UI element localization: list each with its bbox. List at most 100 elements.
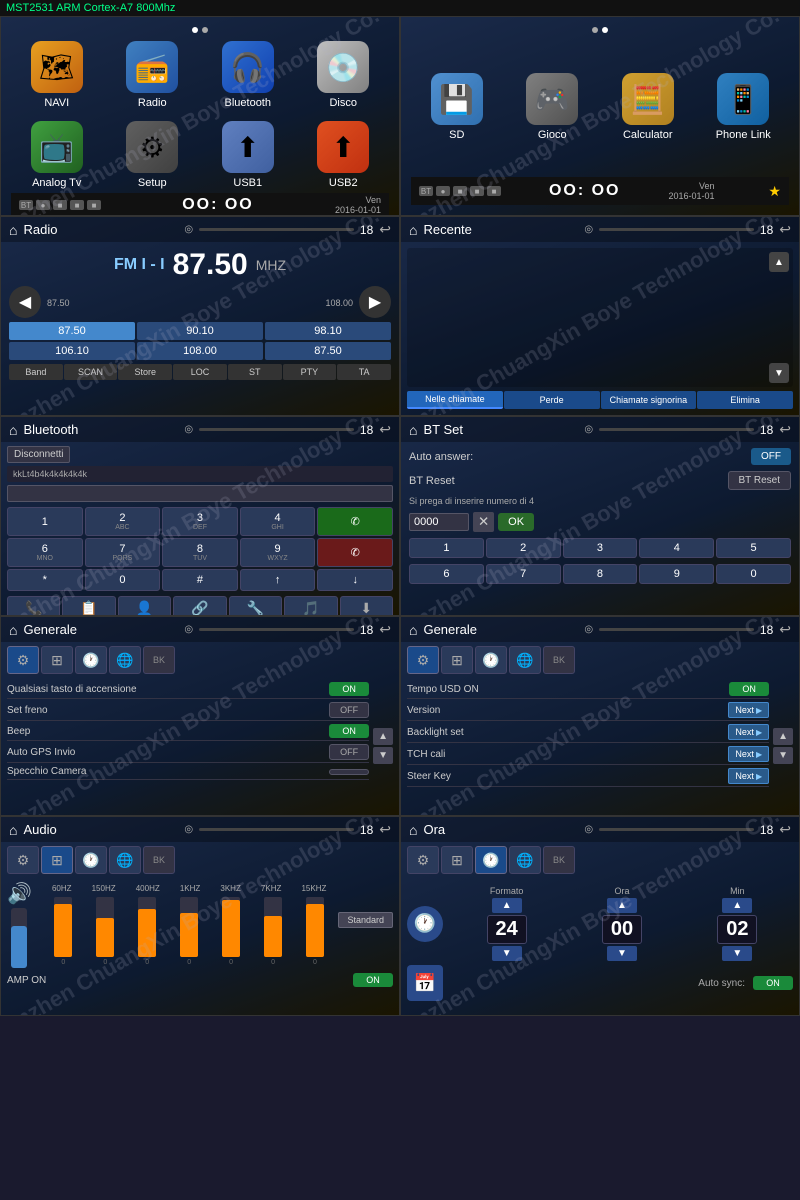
btset-num-1[interactable]: 1 <box>409 538 484 558</box>
preset-btn-0[interactable]: 87.50 <box>9 322 135 340</box>
gen1-back-icon[interactable]: ↩ <box>379 621 391 638</box>
recente-scroll-down[interactable]: ▼ <box>769 363 789 383</box>
btset-clear-btn[interactable]: ✕ <box>473 512 494 532</box>
radio-band-btn[interactable]: Band <box>9 364 63 380</box>
numpad-hash[interactable]: # <box>162 569 238 591</box>
radio-home-icon[interactable]: ⌂ <box>9 222 17 238</box>
app-disco[interactable]: 💿 Disco <box>298 37 390 113</box>
app-sd[interactable]: 💾 SD <box>411 37 503 177</box>
bt-dial-input[interactable] <box>7 485 393 502</box>
btset-num-9[interactable]: 9 <box>639 564 714 584</box>
formato-up-btn[interactable]: ▲ <box>492 898 522 913</box>
app-analogtv[interactable]: 📺 Analog Tv <box>11 117 103 193</box>
ora-vol-slider[interactable] <box>599 828 754 831</box>
eq-bar-wrap-6[interactable] <box>306 897 324 957</box>
min-up-btn[interactable]: ▲ <box>722 898 752 913</box>
ora-up-btn[interactable]: ▲ <box>607 898 637 913</box>
gen2-next-btn-4[interactable]: Next ▶ <box>728 768 769 784</box>
app-usb1[interactable]: ⬆ USB1 <box>202 117 294 193</box>
ora-tab-bk[interactable]: BK <box>543 846 575 874</box>
bt-back-icon[interactable]: ↩ <box>379 421 391 438</box>
audio-back-icon[interactable]: ↩ <box>379 821 391 838</box>
btset-num-6[interactable]: 6 <box>409 564 484 584</box>
gen1-tab-eq[interactable]: ⊞ <box>41 646 73 674</box>
numpad-1[interactable]: 1 <box>7 507 83 536</box>
gen1-toggle-4[interactable] <box>329 769 369 775</box>
numpad-down[interactable]: ↓ <box>317 569 393 591</box>
btset-reset-btn[interactable]: BT Reset <box>728 471 792 490</box>
gen2-next-btn-1[interactable]: Next ▶ <box>728 702 769 718</box>
radio-scan-btn[interactable]: SCAN <box>64 364 118 380</box>
gen2-tab-bk[interactable]: BK <box>543 646 575 674</box>
audio-vol-slider[interactable] <box>199 828 354 831</box>
ora-tab-global[interactable]: 🌐 <box>509 846 541 874</box>
ora-tab-settings[interactable]: ⚙ <box>407 846 439 874</box>
audio-tab-clock[interactable]: 🕐 <box>75 846 107 874</box>
preset-btn-5[interactable]: 87.50 <box>265 342 391 360</box>
radio-pty-btn[interactable]: PTY <box>283 364 337 380</box>
audio-home-icon[interactable]: ⌂ <box>9 822 17 838</box>
numpad-up[interactable]: ↑ <box>240 569 316 591</box>
gen2-scroll-down[interactable]: ▼ <box>773 747 793 764</box>
recente-tab-1[interactable]: Perde <box>504 391 600 409</box>
app-navi[interactable]: 🗺 NAVI <box>11 37 103 113</box>
app-setup[interactable]: ⚙ Setup <box>107 117 199 193</box>
min-dn-btn[interactable]: ▼ <box>722 946 752 961</box>
btset-code-input[interactable] <box>409 513 469 531</box>
formato-dn-btn[interactable]: ▼ <box>492 946 522 961</box>
btset-vol-slider[interactable] <box>599 428 754 431</box>
btset-num-0[interactable]: 0 <box>716 564 791 584</box>
gen2-tab-global[interactable]: 🌐 <box>509 646 541 674</box>
bt-action-link[interactable]: 🔗 <box>173 596 226 616</box>
gen1-toggle-1[interactable]: OFF <box>329 702 369 718</box>
radio-loc-btn[interactable]: LOC <box>173 364 227 380</box>
preset-btn-1[interactable]: 90.10 <box>137 322 263 340</box>
recente-tab-0[interactable]: Nelle chiamate <box>407 391 503 409</box>
radio-ta-btn[interactable]: TA <box>337 364 391 380</box>
gen2-toggle-0[interactable]: ON <box>729 682 769 696</box>
ora-back-icon[interactable]: ↩ <box>779 821 791 838</box>
audio-tab-settings[interactable]: ⚙ <box>7 846 39 874</box>
app-phonelink[interactable]: 📱 Phone Link <box>698 37 790 177</box>
eq-bar-wrap-0[interactable] <box>54 897 72 957</box>
radio-next-btn[interactable]: ▶ <box>359 286 391 318</box>
btset-num-7[interactable]: 7 <box>486 564 561 584</box>
bt-action-contact[interactable]: 👤 <box>118 596 171 616</box>
preset-btn-2[interactable]: 98.10 <box>265 322 391 340</box>
app-calculator[interactable]: 🧮 Calculator <box>602 37 694 177</box>
gen2-scroll-up[interactable]: ▲ <box>773 728 793 745</box>
gen2-tab-settings[interactable]: ⚙ <box>407 646 439 674</box>
numpad-6[interactable]: 6MNO <box>7 538 83 567</box>
gen2-tab-eq[interactable]: ⊞ <box>441 646 473 674</box>
btset-autoanswer-toggle[interactable]: OFF <box>751 448 791 465</box>
bt-action-music[interactable]: 🎵 <box>284 596 337 616</box>
numpad-star[interactable]: * <box>7 569 83 591</box>
bt-action-call[interactable]: 📞 <box>7 596 60 616</box>
btset-num-2[interactable]: 2 <box>486 538 561 558</box>
audio-tab-bk[interactable]: BK <box>143 846 175 874</box>
btset-num-5[interactable]: 5 <box>716 538 791 558</box>
autosync-toggle[interactable]: ON <box>753 976 793 990</box>
gen2-tab-clock[interactable]: 🕐 <box>475 646 507 674</box>
btset-ok-btn[interactable]: OK <box>498 513 534 531</box>
radio-prev-btn[interactable]: ◀ <box>9 286 41 318</box>
gen1-scroll-up[interactable]: ▲ <box>373 728 393 745</box>
app-radio[interactable]: 📻 Radio <box>107 37 199 113</box>
numpad-8[interactable]: 8TUV <box>162 538 238 567</box>
recente-tab-3[interactable]: Elimina <box>697 391 793 409</box>
amp-toggle[interactable]: ON <box>353 973 393 987</box>
app-usb2[interactable]: ⬆ USB2 <box>298 117 390 193</box>
audio-tab-global[interactable]: 🌐 <box>109 846 141 874</box>
audio-tab-eq[interactable]: ⊞ <box>41 846 73 874</box>
gen1-tab-bk[interactable]: BK <box>143 646 175 674</box>
radio-vol-slider[interactable] <box>199 228 354 231</box>
bt-vol-slider[interactable] <box>199 428 354 431</box>
recente-vol-slider[interactable] <box>599 228 754 231</box>
ora-home-icon[interactable]: ⌂ <box>409 822 417 838</box>
btset-num-4[interactable]: 4 <box>639 538 714 558</box>
gen1-tab-settings[interactable]: ⚙ <box>7 646 39 674</box>
ora-tab-clock[interactable]: 🕐 <box>475 846 507 874</box>
gen2-back-icon[interactable]: ↩ <box>779 621 791 638</box>
btset-num-3[interactable]: 3 <box>563 538 638 558</box>
recente-home-icon[interactable]: ⌂ <box>409 222 417 238</box>
